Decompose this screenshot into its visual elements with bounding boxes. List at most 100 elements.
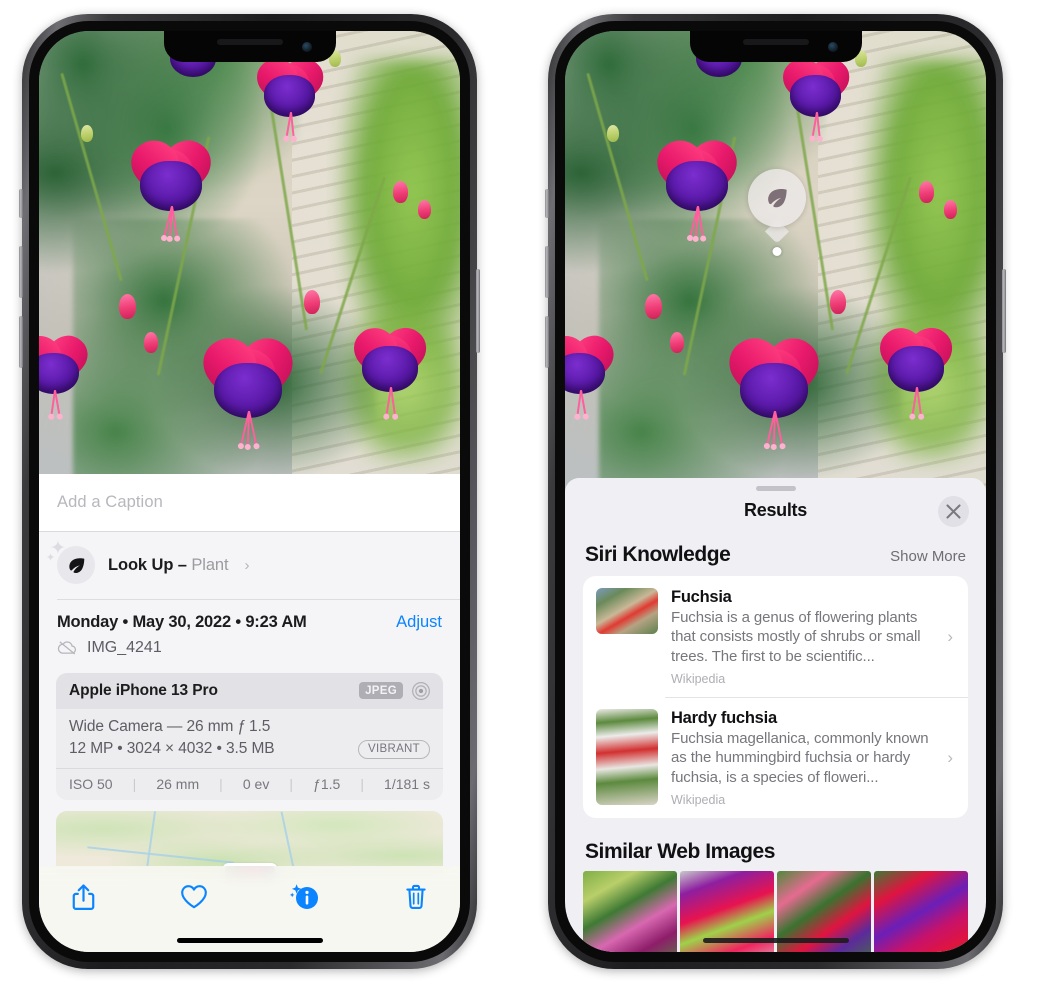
flower bbox=[122, 125, 221, 239]
flower bbox=[719, 322, 829, 448]
volume-down-button[interactable] bbox=[545, 316, 549, 368]
exif-separator: | bbox=[132, 775, 137, 792]
exif-body: Wide Camera — 26 mm ƒ 1.5 12 MP • 3024 ×… bbox=[56, 709, 443, 768]
hotspot-dot bbox=[772, 247, 782, 256]
section-title: Similar Web Images bbox=[585, 840, 775, 864]
exif-aperture: ƒ1.5 bbox=[313, 775, 341, 792]
hotspot-bubble[interactable] bbox=[748, 169, 806, 227]
aperture-icon bbox=[412, 681, 430, 700]
icloud-slash-icon bbox=[57, 641, 77, 655]
siri-knowledge-header: Siri Knowledge Show More bbox=[565, 521, 986, 576]
list-item[interactable]: Fuchsia Fuchsia is a genus of flowering … bbox=[583, 576, 968, 697]
earpiece-speaker bbox=[216, 39, 283, 45]
hardy-fuchsia-thumb bbox=[596, 709, 658, 806]
card-title: Fuchsia bbox=[671, 588, 732, 606]
exif-focal: 26 mm bbox=[156, 775, 200, 792]
screenshot-root: Add a Caption ✦ ✦ Look Up – Plant › Mond… bbox=[0, 0, 1055, 985]
look-up-label: Look Up – Plant bbox=[108, 555, 229, 575]
front-camera bbox=[827, 42, 838, 52]
home-indicator[interactable] bbox=[176, 938, 323, 943]
similar-web-images-header: Similar Web Images bbox=[565, 818, 986, 866]
chevron-right-icon: › bbox=[947, 748, 953, 768]
sparkle-small-icon: ✦ bbox=[46, 552, 56, 564]
flower bbox=[39, 322, 95, 417]
exif-shot-settings: ISO 50 | 26 mm | 0 ev | ƒ1.5 | 1/181 s bbox=[56, 767, 443, 800]
siri-knowledge-cards: Fuchsia Fuchsia is a genus of flowering … bbox=[583, 576, 968, 819]
list-item[interactable]: Hardy fuchsia Fuchsia magellanica, commo… bbox=[583, 697, 968, 818]
leaf-icon bbox=[768, 188, 787, 208]
earpiece-speaker bbox=[742, 39, 809, 45]
power-button[interactable] bbox=[1002, 269, 1006, 353]
visual-lookup-hotspot[interactable] bbox=[748, 169, 806, 257]
photo-fuchsia-right[interactable] bbox=[565, 31, 986, 501]
filename: IMG_4241 bbox=[87, 638, 162, 656]
card-body: Fuchsia Fuchsia is a genus of flowering … bbox=[658, 588, 947, 686]
notch bbox=[163, 31, 336, 62]
device-name: Apple iPhone 13 Pro bbox=[69, 681, 218, 699]
close-button[interactable] bbox=[938, 496, 969, 527]
section-title: Siri Knowledge bbox=[585, 543, 731, 566]
share-icon[interactable] bbox=[66, 880, 100, 914]
caption-input[interactable]: Add a Caption bbox=[57, 493, 442, 512]
format-badge: JPEG bbox=[359, 682, 403, 699]
look-up-row[interactable]: ✦ ✦ Look Up – Plant › bbox=[39, 532, 460, 599]
exif-separator: | bbox=[289, 775, 294, 792]
web-image-1[interactable] bbox=[583, 871, 677, 952]
exif-separator: | bbox=[360, 775, 364, 792]
screen-right: Results Siri Knowledge Show More Fuchsia… bbox=[565, 31, 986, 952]
exif-separator: | bbox=[219, 775, 223, 792]
power-button[interactable] bbox=[476, 269, 480, 353]
chevron-right-icon: › bbox=[947, 627, 953, 647]
exif-card[interactable]: Apple iPhone 13 Pro JPEG Wide Camera — 2… bbox=[56, 672, 443, 800]
photo-metadata: Monday • May 30, 2022 • 9:23 AM Adjust I… bbox=[39, 600, 460, 667]
leaf-icon bbox=[68, 557, 84, 573]
card-description: Fuchsia magellanica, commonly known as t… bbox=[671, 730, 929, 786]
vibrant-badge: VIBRANT bbox=[358, 739, 430, 759]
iphone-right: Results Siri Knowledge Show More Fuchsia… bbox=[545, 14, 1006, 969]
card-source: Wikipedia bbox=[671, 672, 726, 687]
trash-icon[interactable] bbox=[399, 880, 433, 914]
lookup-badge: ✦ ✦ bbox=[46, 539, 95, 584]
iphone-left: Add a Caption ✦ ✦ Look Up – Plant › Mond… bbox=[19, 14, 480, 969]
card-source: Wikipedia bbox=[671, 793, 726, 808]
photo-info-sheet: Add a Caption ✦ ✦ Look Up – Plant › Mond… bbox=[39, 474, 460, 952]
results-sheet: Results Siri Knowledge Show More Fuchsia… bbox=[565, 478, 986, 952]
close-icon bbox=[946, 504, 961, 519]
photo-fuchsia-left[interactable] bbox=[39, 31, 460, 501]
exif-header: Apple iPhone 13 Pro JPEG bbox=[56, 672, 443, 709]
capture-date: Monday • May 30, 2022 • 9:23 AM bbox=[57, 612, 307, 631]
exif-iso: ISO 50 bbox=[69, 775, 113, 792]
notch bbox=[689, 31, 862, 62]
look-up-dash: – bbox=[173, 555, 192, 574]
volume-down-button[interactable] bbox=[19, 316, 23, 368]
flower bbox=[565, 322, 621, 417]
look-up-subject: Plant bbox=[191, 555, 229, 574]
card-description: Fuchsia is a genus of flowering plants t… bbox=[671, 609, 921, 665]
caption-row[interactable]: Add a Caption bbox=[39, 474, 460, 532]
show-more-button[interactable]: Show More bbox=[890, 548, 966, 565]
card-body: Hardy fuchsia Fuchsia magellanica, commo… bbox=[658, 709, 947, 807]
volume-up-button[interactable] bbox=[545, 246, 549, 298]
image-specs: 12 MP • 3024 × 4032 • 3.5 MB bbox=[69, 740, 275, 757]
look-up-title: Look Up bbox=[108, 555, 174, 574]
heart-icon[interactable] bbox=[177, 880, 211, 914]
flower bbox=[648, 125, 747, 239]
card-title: Hardy fuchsia bbox=[671, 709, 777, 728]
info-icon[interactable] bbox=[288, 880, 322, 914]
results-header: Results bbox=[565, 491, 986, 527]
mute-switch[interactable] bbox=[19, 189, 23, 218]
flower bbox=[193, 322, 303, 448]
home-indicator[interactable] bbox=[702, 938, 849, 943]
adjust-button[interactable]: Adjust bbox=[396, 613, 442, 632]
lens-info: Wide Camera — 26 mm ƒ 1.5 bbox=[69, 717, 271, 735]
front-camera bbox=[301, 42, 312, 52]
fuchsia-red-thumb bbox=[596, 588, 658, 634]
mute-switch[interactable] bbox=[545, 189, 549, 218]
exif-exposure: 0 ev bbox=[242, 775, 270, 792]
flower bbox=[345, 313, 435, 417]
exif-shutter: 1/181 s bbox=[384, 775, 430, 792]
web-image-4[interactable] bbox=[874, 871, 968, 952]
screen-left: Add a Caption ✦ ✦ Look Up – Plant › Mond… bbox=[39, 31, 460, 952]
volume-up-button[interactable] bbox=[19, 246, 23, 298]
chevron-right-icon: › bbox=[244, 556, 250, 574]
